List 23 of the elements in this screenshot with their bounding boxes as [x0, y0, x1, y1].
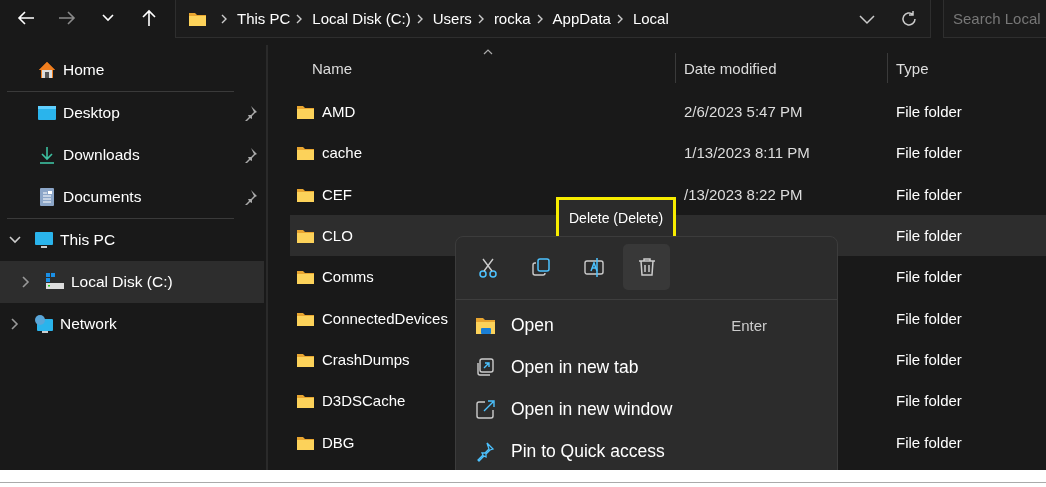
- shortcut-hint: Enter: [731, 316, 767, 334]
- file-type: File folder: [896, 309, 962, 327]
- file-type: File folder: [896, 350, 962, 368]
- file-name: CLO: [322, 227, 353, 245]
- tooltip: Delete (Delete): [556, 197, 677, 239]
- file-name: Comms: [322, 268, 374, 286]
- file-type: File folder: [896, 392, 962, 410]
- file-type: File folder: [896, 227, 962, 245]
- file-type: File folder: [896, 144, 962, 162]
- date-modified: 2/6/2023 5:47 PM: [684, 103, 803, 121]
- file-name: DBG: [322, 433, 355, 451]
- file-name: CrashDumps: [322, 350, 410, 368]
- file-type: File folder: [896, 103, 962, 121]
- file-type: File folder: [896, 433, 962, 451]
- file-name: cache: [322, 144, 363, 162]
- file-type: File folder: [896, 185, 962, 203]
- file-name: ConnectedDevices: [322, 309, 448, 327]
- date-modified: 1/13/2023 8:11 PM: [684, 144, 810, 162]
- date-modified: /13/2023 8:22 PM: [684, 185, 803, 203]
- file-name: CEF: [322, 185, 352, 203]
- file-name: AMD: [322, 103, 356, 121]
- file-name: D3DSCache: [322, 392, 406, 410]
- file-type: File folder: [896, 268, 962, 286]
